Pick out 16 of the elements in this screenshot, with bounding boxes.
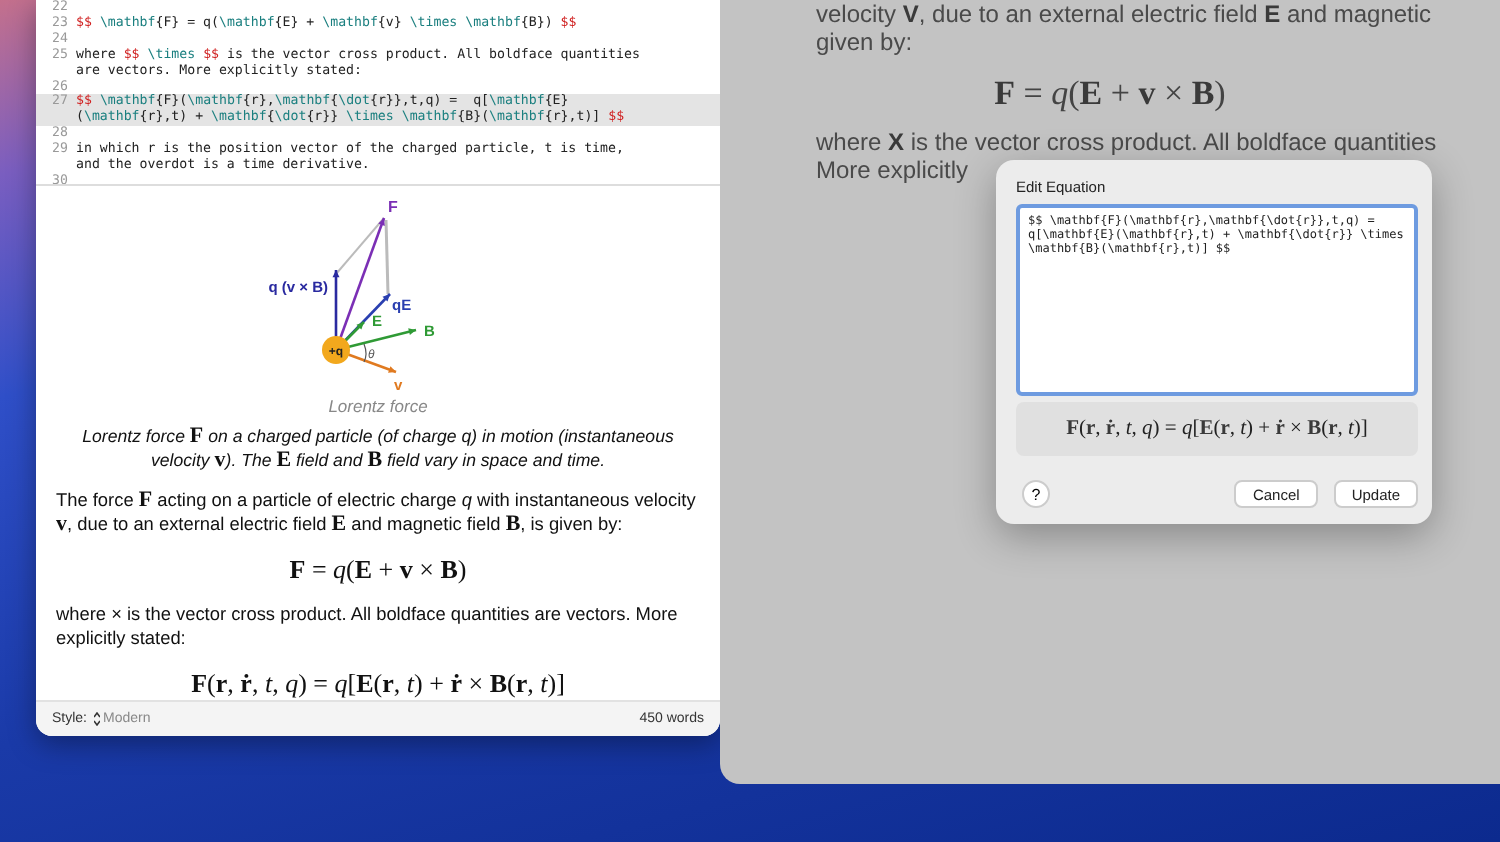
equation: F = q(E + v × B) [289, 553, 467, 586]
equation: F(r, ṙ, t, q) = q[E(r, t) + ṙ × B(r, t)] [191, 667, 565, 700]
equation: F = q(E + v × B) [992, 72, 1228, 116]
figure-caption: Lorentz force F on a charged particle (of charge q) in motion (instantaneous velocity v). The E field and B field vary in space and time. [80, 423, 676, 472]
help-button[interactable]: ? [1022, 480, 1050, 508]
paragraph: The force F acting on a particle of electric charge q with instantaneous velocity v, due to an external electric field E and magnetic field B, is given by: [56, 487, 698, 536]
document-text-line: where X is the vector cross product. All boldface quantities [816, 128, 1437, 156]
equation-preview: F(r, ṙ, t, q) = q[E(r, t) + ṙ × B(r, t)] [1016, 402, 1418, 456]
document-text-line: given by: [816, 28, 913, 56]
document-text-line: More explicitly [816, 156, 969, 184]
force-label: F [388, 197, 398, 216]
document-text-line: velocity V, due to an external electric field E and magnetic [816, 0, 1432, 28]
charge-circle [322, 335, 350, 364]
paragraph: where × is the vector cross product. All boldface quantities are vectors. More explicitly stated: [56, 601, 680, 650]
up-down-chevron-icon [93, 711, 100, 726]
figure-title: Lorentz force [328, 395, 428, 416]
